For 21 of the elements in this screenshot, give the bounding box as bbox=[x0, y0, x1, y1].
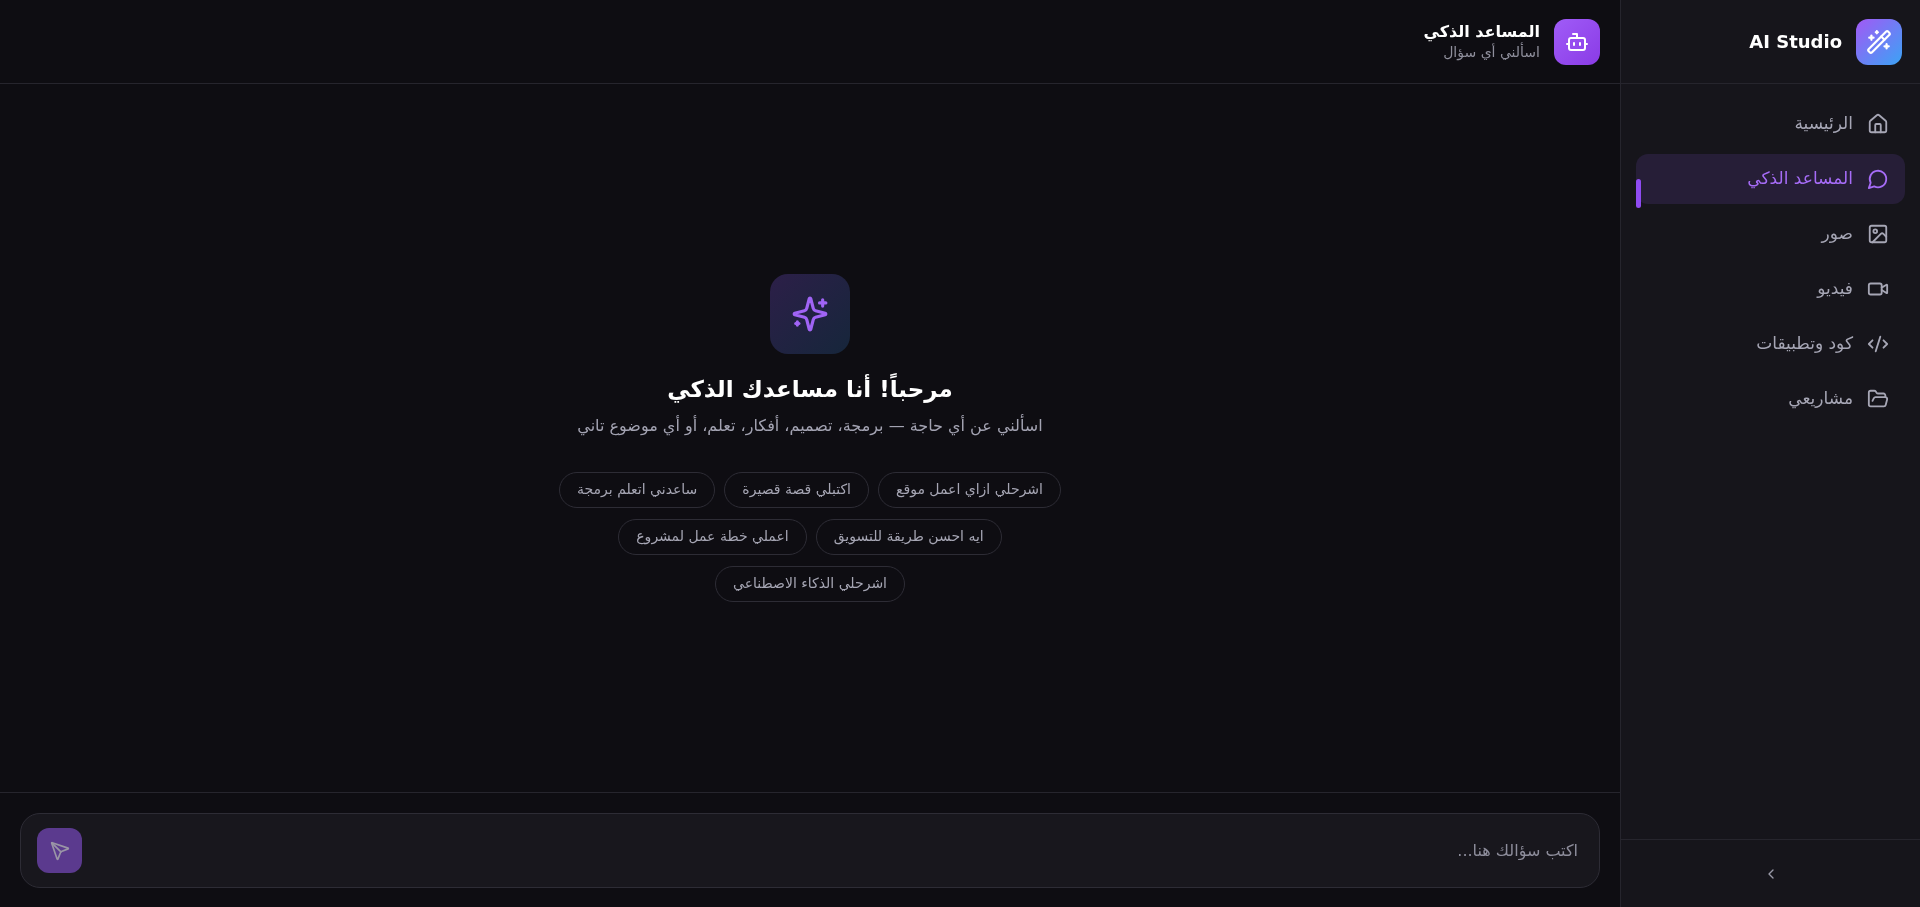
code-icon bbox=[1867, 333, 1889, 355]
sidebar-item[interactable]: كود وتطبيقات bbox=[1636, 319, 1905, 369]
send-icon bbox=[49, 840, 70, 861]
sidebar-item[interactable]: مشاريعي bbox=[1636, 374, 1905, 424]
robot-icon bbox=[1554, 18, 1600, 65]
sidebar-item[interactable]: الرئيسية bbox=[1636, 99, 1905, 149]
active-indicator bbox=[1636, 179, 1641, 208]
image-icon bbox=[1867, 223, 1889, 245]
magic-wand-icon bbox=[1856, 18, 1902, 65]
message-input[interactable]: اكتب سؤالك هنا... bbox=[94, 830, 1584, 871]
sidebar-item[interactable]: صور bbox=[1636, 209, 1905, 259]
chat-title: المساعد الذكي bbox=[1423, 22, 1540, 42]
brand-title: AI Studio bbox=[1749, 30, 1842, 54]
chat-subtitle: اسألني أي سؤال bbox=[1442, 42, 1540, 61]
welcome-subtitle: اسألني عن أي حاجة — برمجة، تصميم، أفكار، تعلم، أو أي موضوع تاني bbox=[577, 413, 1043, 438]
composer-box[interactable]: اكتب سؤالك هنا... bbox=[20, 813, 1600, 888]
home-icon bbox=[1867, 113, 1889, 135]
sidebar-item[interactable]: فيديو bbox=[1636, 264, 1905, 314]
folder-icon bbox=[1867, 388, 1889, 410]
chat-bubble-icon bbox=[1867, 168, 1889, 190]
sparkles-icon bbox=[770, 274, 850, 355]
